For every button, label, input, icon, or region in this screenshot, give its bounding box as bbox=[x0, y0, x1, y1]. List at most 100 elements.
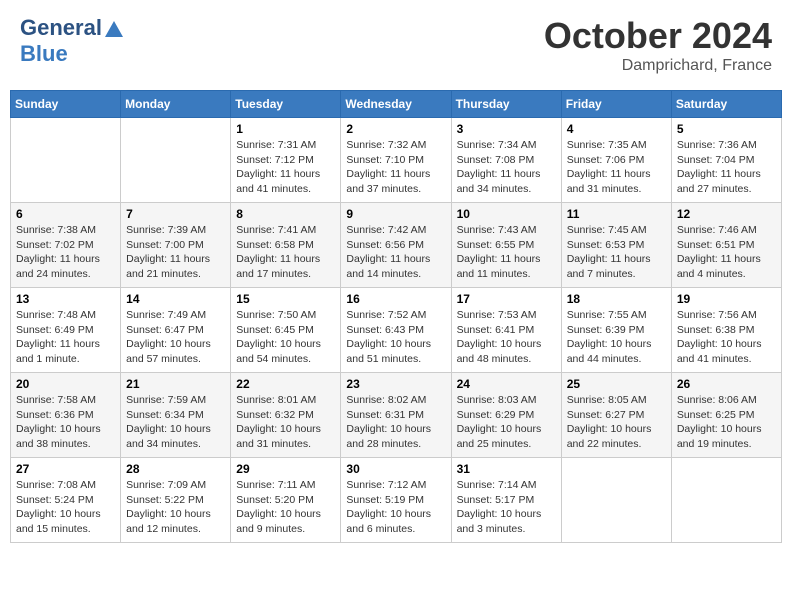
cell-daylight: Daylight: 11 hours and 7 minutes. bbox=[567, 253, 651, 280]
cell-day-number: 10 bbox=[457, 207, 556, 221]
cell-sunrise: Sunrise: 7:59 AM bbox=[126, 394, 206, 406]
cell-sunset: Sunset: 6:41 PM bbox=[457, 324, 535, 336]
cell-sunset: Sunset: 5:22 PM bbox=[126, 494, 204, 506]
column-header-thursday: Thursday bbox=[451, 91, 561, 118]
calendar-cell bbox=[561, 458, 671, 543]
cell-sunset: Sunset: 5:24 PM bbox=[16, 494, 94, 506]
calendar-cell: 21 Sunrise: 7:59 AM Sunset: 6:34 PM Dayl… bbox=[121, 373, 231, 458]
cell-sunrise: Sunrise: 7:52 AM bbox=[346, 309, 426, 321]
cell-daylight: Daylight: 10 hours and 34 minutes. bbox=[126, 423, 211, 450]
cell-sunrise: Sunrise: 7:39 AM bbox=[126, 224, 206, 236]
cell-day-number: 20 bbox=[16, 377, 115, 391]
cell-day-number: 27 bbox=[16, 462, 115, 476]
cell-daylight: Daylight: 10 hours and 6 minutes. bbox=[346, 508, 431, 535]
cell-sunrise: Sunrise: 7:45 AM bbox=[567, 224, 647, 236]
calendar-cell: 7 Sunrise: 7:39 AM Sunset: 7:00 PM Dayli… bbox=[121, 203, 231, 288]
calendar-cell: 14 Sunrise: 7:49 AM Sunset: 6:47 PM Dayl… bbox=[121, 288, 231, 373]
cell-sunset: Sunset: 6:38 PM bbox=[677, 324, 755, 336]
cell-day-number: 24 bbox=[457, 377, 556, 391]
cell-sunrise: Sunrise: 7:55 AM bbox=[567, 309, 647, 321]
cell-daylight: Daylight: 11 hours and 27 minutes. bbox=[677, 168, 761, 195]
cell-sunset: Sunset: 6:58 PM bbox=[236, 239, 314, 251]
calendar-cell: 29 Sunrise: 7:11 AM Sunset: 5:20 PM Dayl… bbox=[231, 458, 341, 543]
cell-sunrise: Sunrise: 8:06 AM bbox=[677, 394, 757, 406]
cell-sunrise: Sunrise: 7:49 AM bbox=[126, 309, 206, 321]
cell-day-number: 28 bbox=[126, 462, 225, 476]
cell-day-number: 22 bbox=[236, 377, 335, 391]
cell-sunset: Sunset: 7:06 PM bbox=[567, 154, 645, 166]
cell-sunrise: Sunrise: 8:02 AM bbox=[346, 394, 426, 406]
calendar-cell bbox=[121, 118, 231, 203]
calendar-cell bbox=[671, 458, 781, 543]
cell-sunset: Sunset: 6:36 PM bbox=[16, 409, 94, 421]
cell-daylight: Daylight: 10 hours and 15 minutes. bbox=[16, 508, 101, 535]
cell-sunrise: Sunrise: 7:41 AM bbox=[236, 224, 316, 236]
cell-daylight: Daylight: 10 hours and 48 minutes. bbox=[457, 338, 542, 365]
cell-sunset: Sunset: 6:27 PM bbox=[567, 409, 645, 421]
column-header-wednesday: Wednesday bbox=[341, 91, 451, 118]
cell-day-number: 23 bbox=[346, 377, 445, 391]
cell-sunrise: Sunrise: 7:35 AM bbox=[567, 139, 647, 151]
calendar-cell: 4 Sunrise: 7:35 AM Sunset: 7:06 PM Dayli… bbox=[561, 118, 671, 203]
cell-sunset: Sunset: 7:10 PM bbox=[346, 154, 424, 166]
cell-day-number: 1 bbox=[236, 122, 335, 136]
cell-sunrise: Sunrise: 8:01 AM bbox=[236, 394, 316, 406]
cell-sunrise: Sunrise: 7:38 AM bbox=[16, 224, 96, 236]
cell-day-number: 14 bbox=[126, 292, 225, 306]
cell-day-number: 5 bbox=[677, 122, 776, 136]
calendar-cell: 31 Sunrise: 7:14 AM Sunset: 5:17 PM Dayl… bbox=[451, 458, 561, 543]
calendar-cell: 20 Sunrise: 7:58 AM Sunset: 6:36 PM Dayl… bbox=[11, 373, 121, 458]
calendar-cell: 16 Sunrise: 7:52 AM Sunset: 6:43 PM Dayl… bbox=[341, 288, 451, 373]
calendar-week-row: 13 Sunrise: 7:48 AM Sunset: 6:49 PM Dayl… bbox=[11, 288, 782, 373]
calendar-cell: 5 Sunrise: 7:36 AM Sunset: 7:04 PM Dayli… bbox=[671, 118, 781, 203]
cell-day-number: 7 bbox=[126, 207, 225, 221]
cell-sunset: Sunset: 6:47 PM bbox=[126, 324, 204, 336]
cell-sunset: Sunset: 6:31 PM bbox=[346, 409, 424, 421]
cell-daylight: Daylight: 11 hours and 17 minutes. bbox=[236, 253, 320, 280]
logo-general-text: General bbox=[20, 15, 102, 41]
calendar-location: Damprichard, France bbox=[544, 57, 772, 75]
calendar-cell: 24 Sunrise: 8:03 AM Sunset: 6:29 PM Dayl… bbox=[451, 373, 561, 458]
cell-daylight: Daylight: 10 hours and 44 minutes. bbox=[567, 338, 652, 365]
cell-daylight: Daylight: 10 hours and 51 minutes. bbox=[346, 338, 431, 365]
column-header-sunday: Sunday bbox=[11, 91, 121, 118]
cell-sunset: Sunset: 5:17 PM bbox=[457, 494, 535, 506]
cell-daylight: Daylight: 10 hours and 38 minutes. bbox=[16, 423, 101, 450]
calendar-cell: 10 Sunrise: 7:43 AM Sunset: 6:55 PM Dayl… bbox=[451, 203, 561, 288]
cell-day-number: 31 bbox=[457, 462, 556, 476]
calendar-cell: 9 Sunrise: 7:42 AM Sunset: 6:56 PM Dayli… bbox=[341, 203, 451, 288]
cell-daylight: Daylight: 11 hours and 31 minutes. bbox=[567, 168, 651, 195]
cell-sunrise: Sunrise: 7:42 AM bbox=[346, 224, 426, 236]
calendar-cell: 8 Sunrise: 7:41 AM Sunset: 6:58 PM Dayli… bbox=[231, 203, 341, 288]
cell-daylight: Daylight: 10 hours and 19 minutes. bbox=[677, 423, 762, 450]
cell-day-number: 2 bbox=[346, 122, 445, 136]
cell-sunset: Sunset: 5:19 PM bbox=[346, 494, 424, 506]
cell-sunset: Sunset: 6:25 PM bbox=[677, 409, 755, 421]
cell-sunrise: Sunrise: 8:05 AM bbox=[567, 394, 647, 406]
logo-triangle-icon bbox=[105, 21, 123, 37]
logo-blue-text: Blue bbox=[20, 41, 68, 66]
cell-sunset: Sunset: 6:39 PM bbox=[567, 324, 645, 336]
calendar-cell: 28 Sunrise: 7:09 AM Sunset: 5:22 PM Dayl… bbox=[121, 458, 231, 543]
cell-sunrise: Sunrise: 7:11 AM bbox=[236, 479, 315, 491]
cell-sunset: Sunset: 6:49 PM bbox=[16, 324, 94, 336]
cell-sunset: Sunset: 7:00 PM bbox=[126, 239, 204, 251]
cell-daylight: Daylight: 10 hours and 3 minutes. bbox=[457, 508, 542, 535]
cell-sunset: Sunset: 6:32 PM bbox=[236, 409, 314, 421]
cell-sunrise: Sunrise: 7:58 AM bbox=[16, 394, 96, 406]
cell-daylight: Daylight: 11 hours and 1 minute. bbox=[16, 338, 100, 365]
cell-day-number: 12 bbox=[677, 207, 776, 221]
cell-sunrise: Sunrise: 7:50 AM bbox=[236, 309, 316, 321]
cell-sunset: Sunset: 7:02 PM bbox=[16, 239, 94, 251]
calendar-cell: 2 Sunrise: 7:32 AM Sunset: 7:10 PM Dayli… bbox=[341, 118, 451, 203]
cell-daylight: Daylight: 11 hours and 21 minutes. bbox=[126, 253, 210, 280]
cell-day-number: 19 bbox=[677, 292, 776, 306]
cell-sunrise: Sunrise: 7:09 AM bbox=[126, 479, 206, 491]
cell-daylight: Daylight: 11 hours and 34 minutes. bbox=[457, 168, 541, 195]
cell-sunrise: Sunrise: 7:56 AM bbox=[677, 309, 757, 321]
cell-day-number: 6 bbox=[16, 207, 115, 221]
calendar-week-row: 6 Sunrise: 7:38 AM Sunset: 7:02 PM Dayli… bbox=[11, 203, 782, 288]
column-header-saturday: Saturday bbox=[671, 91, 781, 118]
cell-sunset: Sunset: 6:51 PM bbox=[677, 239, 755, 251]
calendar-week-row: 27 Sunrise: 7:08 AM Sunset: 5:24 PM Dayl… bbox=[11, 458, 782, 543]
